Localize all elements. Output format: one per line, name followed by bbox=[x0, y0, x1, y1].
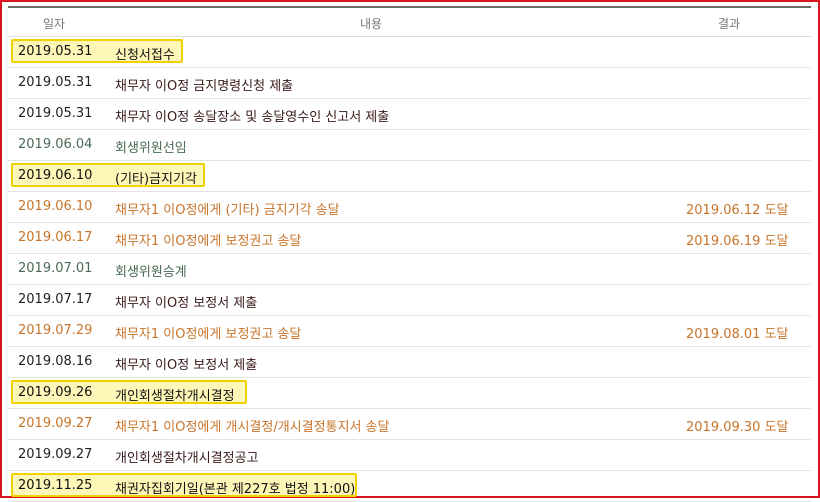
row-result: 2019.09.30 도달 bbox=[686, 420, 789, 435]
row-date: 2019.11.25 bbox=[18, 478, 93, 493]
row-content: 채무자 이O정 보정서 제출 bbox=[115, 358, 258, 373]
row-content: 채무자1 이O정에게 (기타) 금지기각 송달 bbox=[115, 203, 340, 218]
row-content: 회생위원승계 bbox=[115, 265, 187, 280]
row-content: 채무자 이O정 보정서 제출 bbox=[115, 296, 258, 311]
row-content: 채무자1 이O정에게 보정권고 송달 bbox=[115, 234, 302, 249]
table-header: 일자 내용 결과 bbox=[8, 8, 811, 37]
table-row: 2019.09.27 채무자1 이O정에게 개시결정/개시결정통지서 송달 2019… bbox=[8, 409, 811, 440]
row-date: 2019.06.04 bbox=[18, 137, 93, 152]
row-content: 개인회생절차개시결정 bbox=[115, 389, 235, 404]
row-result: 2019.08.01 도달 bbox=[686, 327, 789, 342]
row-content: (기타)금지기각 bbox=[115, 172, 197, 187]
row-date: 2019.09.27 bbox=[18, 447, 93, 462]
row-content: 채무자1 이O정에게 보정권고 송달 bbox=[115, 327, 302, 342]
header-date: 일자 bbox=[43, 17, 66, 31]
table-row: 2019.09.27 개인회생절차개시결정공고 bbox=[8, 440, 811, 471]
table-row: 2019.06.10 채무자1 이O정에게 (기타) 금지기각 송달 2019.06… bbox=[8, 192, 811, 223]
table-row: 2019.07.01 회생위원승계 bbox=[8, 254, 811, 285]
header-result: 결과 bbox=[718, 17, 741, 31]
row-date: 2019.07.01 bbox=[18, 261, 93, 276]
row-content: 회생위원선임 bbox=[115, 141, 187, 156]
table-row: 2019.06.17 채무자1 이O정에게 보정권고 송달 2019.06.19 도… bbox=[8, 223, 811, 254]
row-content: 채무자 이O정 금지명령신청 제출 bbox=[115, 79, 294, 94]
row-content: 개인회생절차개시결정공고 bbox=[115, 451, 259, 466]
row-date: 2019.06.10 bbox=[18, 168, 93, 183]
table-body: 2019.05.31 신청서접수 2019.05.31 채무자 이O정 금지명령신청 … bbox=[8, 37, 811, 502]
table-row: 2019.11.25 채권자집회기일(본관 제227호 법정 11:00) bbox=[8, 471, 811, 502]
row-date: 2019.08.16 bbox=[18, 354, 93, 369]
header-content: 내용 bbox=[360, 17, 383, 31]
table-row: 2019.07.17 채무자 이O정 보정서 제출 bbox=[8, 285, 811, 316]
row-content: 채무자 이O정 송달장소 및 송달영수인 신고서 제출 bbox=[115, 110, 390, 125]
table-row: 2019.06.04 회생위원선임 bbox=[8, 130, 811, 161]
row-date: 2019.06.17 bbox=[18, 230, 93, 245]
row-content: 채무자1 이O정에게 개시결정/개시결정통지서 송달 bbox=[115, 420, 390, 435]
row-date: 2019.05.31 bbox=[18, 106, 93, 121]
row-date: 2019.09.27 bbox=[18, 416, 93, 431]
table-row: 2019.05.31 채무자 이O정 송달장소 및 송달영수인 신고서 제출 bbox=[8, 99, 811, 130]
row-date: 2019.05.31 bbox=[18, 44, 93, 59]
row-date: 2019.05.31 bbox=[18, 75, 93, 90]
row-content: 채권자집회기일(본관 제227호 법정 11:00) bbox=[115, 482, 356, 497]
row-date: 2019.06.10 bbox=[18, 199, 93, 214]
table-row: 2019.05.31 신청서접수 bbox=[8, 37, 811, 68]
row-date: 2019.07.29 bbox=[18, 323, 93, 338]
table-row: 2019.09.26 개인회생절차개시결정 bbox=[8, 378, 811, 409]
row-result: 2019.06.12 도달 bbox=[686, 203, 789, 218]
row-date: 2019.09.26 bbox=[18, 385, 93, 400]
row-result: 2019.06.19 도달 bbox=[686, 234, 789, 249]
row-content: 신청서접수 bbox=[115, 48, 175, 63]
row-date: 2019.07.17 bbox=[18, 292, 93, 307]
table-row: 2019.05.31 채무자 이O정 금지명령신청 제출 bbox=[8, 68, 811, 99]
case-progress-table: 일자 내용 결과 2019.05.31 신청서접수 2019.05.31 채무자 이O… bbox=[8, 6, 811, 502]
table-row: 2019.08.16 채무자 이O정 보정서 제출 bbox=[8, 347, 811, 378]
table-row: 2019.07.29 채무자1 이O정에게 보정권고 송달 2019.08.01 도… bbox=[8, 316, 811, 347]
table-row: 2019.06.10 (기타)금지기각 bbox=[8, 161, 811, 192]
